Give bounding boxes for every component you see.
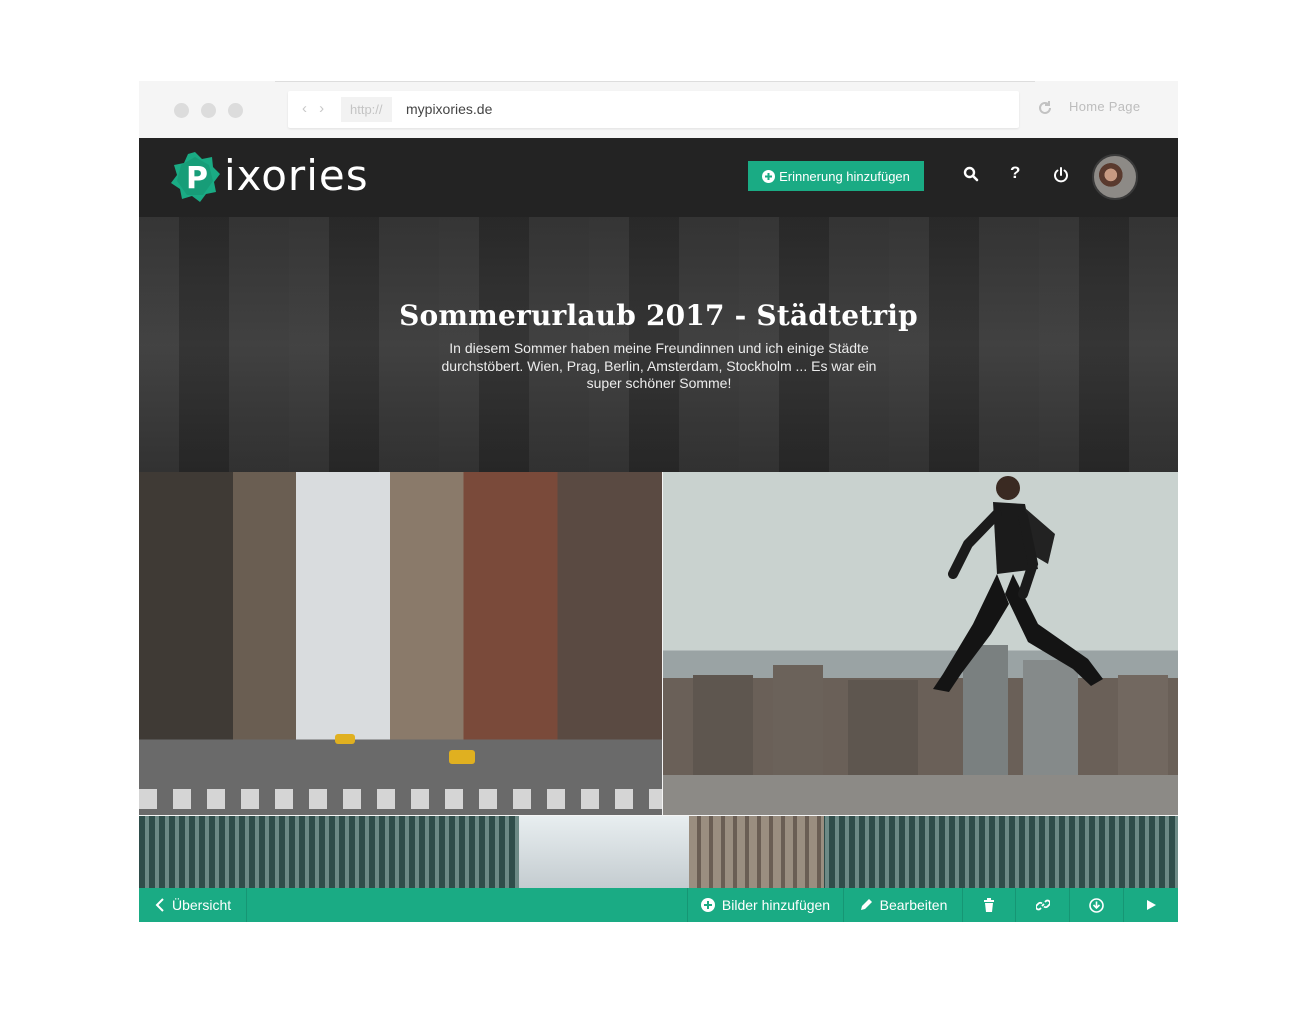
window-maximize-dot[interactable]: [228, 103, 243, 118]
sky-shape: [519, 816, 689, 888]
back-to-overview-button[interactable]: Übersicht: [139, 888, 247, 922]
trash-icon: [983, 898, 995, 912]
play-icon: [1145, 899, 1157, 911]
app-header: P ixories Erinnerung hinzufügen ?: [139, 138, 1178, 217]
pixories-logo-icon[interactable]: P: [169, 151, 221, 203]
download-button[interactable]: [1070, 888, 1124, 922]
add-images-button[interactable]: Bilder hinzufügen: [687, 888, 844, 922]
edit-button[interactable]: Bearbeiten: [844, 888, 963, 922]
search-icon[interactable]: [963, 166, 979, 182]
nav-arrows[interactable]: ‹ ›: [302, 100, 328, 117]
logo-wordmark: ixories: [224, 151, 369, 200]
taxi-shape: [335, 734, 355, 744]
url-text[interactable]: mypixories.de: [406, 91, 492, 128]
add-memory-button[interactable]: Erinnerung hinzufügen: [748, 161, 924, 191]
album-description: In diesem Sommer haben meine Freundinnen…: [441, 340, 877, 391]
add-images-label: Bilder hinzufügen: [721, 897, 831, 913]
address-bar[interactable]: ‹ › http:// mypixories.de: [288, 91, 1019, 128]
album-title: Sommerurlaub 2017 - Städtetrip: [399, 299, 918, 332]
photo-buildings[interactable]: [139, 816, 1178, 888]
home-page-link[interactable]: Home Page: [1069, 99, 1140, 114]
album-toolbar: Übersicht Bilder hinzufügen Bearbeiten: [139, 888, 1178, 922]
browser-chrome: ‹ › http:// mypixories.de Home Page: [139, 81, 1178, 138]
plus-circle-icon: [762, 169, 776, 183]
slideshow-play-button[interactable]: [1124, 888, 1178, 922]
chrome-divider: [275, 81, 1035, 82]
help-icon[interactable]: ?: [1010, 163, 1020, 183]
crosswalk-shape: [139, 789, 662, 809]
add-memory-label: Erinnerung hinzufügen: [779, 168, 910, 184]
reload-icon[interactable]: [1036, 99, 1056, 119]
plus-circle-icon: [700, 898, 715, 912]
chevron-left-icon: [155, 898, 165, 912]
link-icon: [1035, 898, 1050, 912]
edit-label: Bearbeiten: [879, 897, 948, 913]
jumping-man-figure: [913, 474, 1113, 699]
url-protocol: http://: [341, 97, 392, 122]
download-icon: [1089, 897, 1104, 913]
delete-button[interactable]: [963, 888, 1016, 922]
window-minimize-dot[interactable]: [201, 103, 216, 118]
photo-rooftop-jump[interactable]: [663, 472, 1178, 815]
window-controls: [174, 103, 243, 118]
rooftop-ledge: [663, 775, 1178, 815]
power-icon[interactable]: [1052, 166, 1070, 184]
pencil-icon: [859, 898, 873, 912]
back-label: Übersicht: [172, 897, 232, 913]
window-close-dot[interactable]: [174, 103, 189, 118]
building-shape: [689, 816, 824, 888]
album-hero: Sommerurlaub 2017 - Städtetrip In diesem…: [139, 217, 1178, 472]
photo-city-street[interactable]: [139, 472, 662, 815]
taxi-shape: [449, 750, 475, 764]
user-avatar[interactable]: [1092, 154, 1138, 200]
browser-window: ‹ › http:// mypixories.de Home Page P ix…: [139, 81, 1178, 922]
share-link-button[interactable]: [1016, 888, 1070, 922]
logo-letter: P: [186, 161, 208, 196]
